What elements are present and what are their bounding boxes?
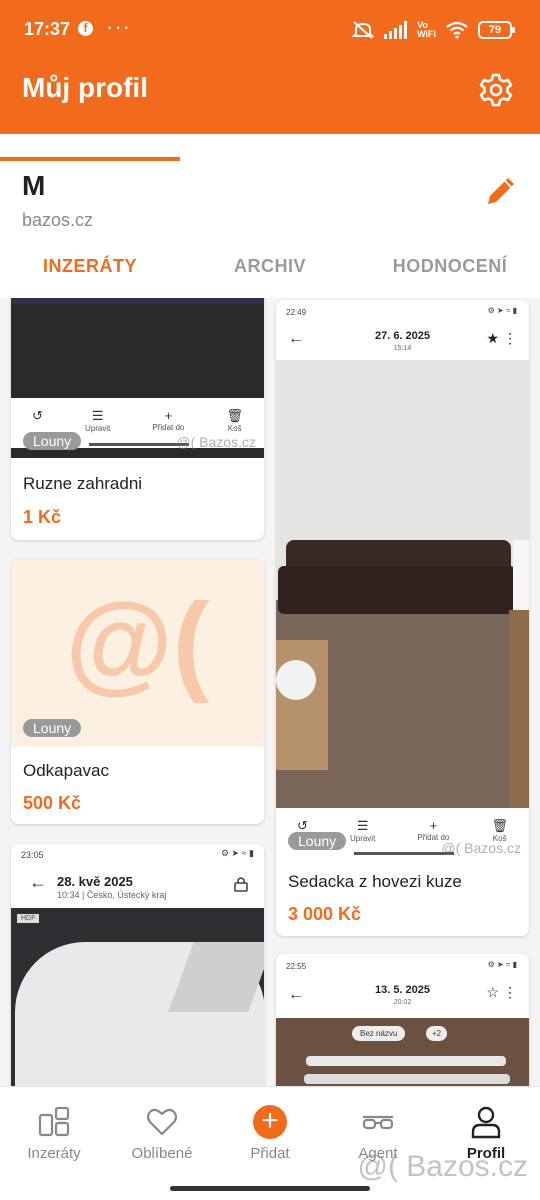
more-notifications-icon: ···	[106, 14, 131, 39]
image-watermark: @( Bazos.cz	[441, 840, 521, 856]
person-icon	[471, 1106, 501, 1139]
status-time: 17:37	[24, 19, 71, 39]
edit-pencil-icon[interactable]	[484, 174, 518, 208]
listing-card[interactable]: ↺ ☰ Upravit + Přidat do 🗑 Koš @( Bazos.cz L…	[11, 298, 264, 540]
grid-icon	[38, 1106, 70, 1137]
wifi-icon	[446, 21, 468, 39]
status-bar: 17:37 f ··· Vo WiFi 79	[0, 0, 540, 60]
listing-title: Ruzne zahradni	[23, 474, 143, 493]
listing-card[interactable]: 22:55 ⚙ ➤ ≈ ▮ ← 13. 5. 2025 20:02 ☆ ⋮ Be…	[276, 954, 529, 1086]
listing-card[interactable]: 23:05 ⚙ ➤ ≈ ▮ ← 28. kvě 2025 10:34 | Čes…	[11, 844, 264, 1086]
listing-price: 500 Kč	[23, 793, 82, 813]
share-icon: ↺	[32, 408, 43, 423]
nav-label: Inzeráty	[27, 1145, 81, 1162]
active-tab-indicator	[0, 157, 180, 161]
system-icons: Vo WiFi 79	[352, 18, 515, 42]
page-title: Můj profil	[22, 72, 148, 103]
bazos-watermark: @( Bazos.cz	[357, 1150, 529, 1183]
signal-strength-icon	[384, 21, 408, 39]
silent-mode-icon	[352, 21, 375, 39]
bazos-logo-placeholder: @(	[65, 581, 210, 704]
listing-thumbnail: 22:49 ⚙ ➤ ≈ ▮ ← 27. 6. 2025 15:14 ★ ⋮ ↺ …	[276, 300, 529, 860]
glasses-icon	[362, 1115, 394, 1130]
listing-title: Odkapavac	[23, 761, 109, 780]
nav-oblibene[interactable]: Oblíbené	[108, 1105, 216, 1162]
listing-price: 1 Kč	[23, 507, 62, 527]
facebook-notification-icon: f	[78, 21, 93, 36]
tab-inzeraty[interactable]: INZERÁTY	[0, 246, 180, 298]
home-indicator[interactable]	[170, 1186, 370, 1191]
listing-thumbnail: 22:55 ⚙ ➤ ≈ ▮ ← 13. 5. 2025 20:02 ☆ ⋮ Be…	[276, 954, 529, 1086]
tab-archiv[interactable]: ARCHIV	[180, 246, 360, 298]
app-header: 17:37 f ··· Vo WiFi 79 Můj profil	[0, 0, 540, 134]
listing-card[interactable]: 22:49 ⚙ ➤ ≈ ▮ ← 27. 6. 2025 15:14 ★ ⋮ ↺ …	[276, 300, 529, 936]
profile-name: M	[22, 170, 46, 201]
vowifi-icon: Vo WiFi	[417, 20, 436, 39]
image-watermark: @( Bazos.cz	[176, 434, 256, 450]
profile-site: bazos.cz	[22, 210, 94, 230]
listing-thumbnail: 23:05 ⚙ ➤ ≈ ▮ ← 28. kvě 2025 10:34 | Čes…	[11, 844, 264, 1086]
listing-card[interactable]: @( Louny Odkapavac 500 Kč	[11, 559, 264, 824]
settings-gear-icon[interactable]	[478, 72, 514, 108]
profile-tabs: INZERÁTY ARCHIV HODNOCENÍ	[0, 246, 540, 298]
listing-title: Sedacka z hovezi kuze	[288, 872, 462, 891]
location-badge: Louny	[288, 832, 347, 850]
nav-pridat[interactable]: + Přidat	[216, 1105, 324, 1163]
listing-price: 3 000 Kč	[288, 904, 362, 924]
battery-icon: 79	[478, 21, 515, 39]
heart-icon	[146, 1108, 178, 1136]
tab-hodnoceni[interactable]: HODNOCENÍ	[360, 246, 540, 298]
plus-icon: +	[253, 1105, 287, 1139]
location-badge: Louny	[23, 432, 82, 450]
nav-label: Přidat	[250, 1145, 290, 1162]
listings-feed[interactable]: ↺ ☰ Upravit + Přidat do 🗑 Koš @( Bazos.cz L…	[0, 298, 540, 1086]
nav-label: Oblíbené	[131, 1145, 193, 1162]
nav-inzeraty[interactable]: Inzeráty	[0, 1105, 108, 1162]
location-badge: Louny	[23, 719, 82, 737]
